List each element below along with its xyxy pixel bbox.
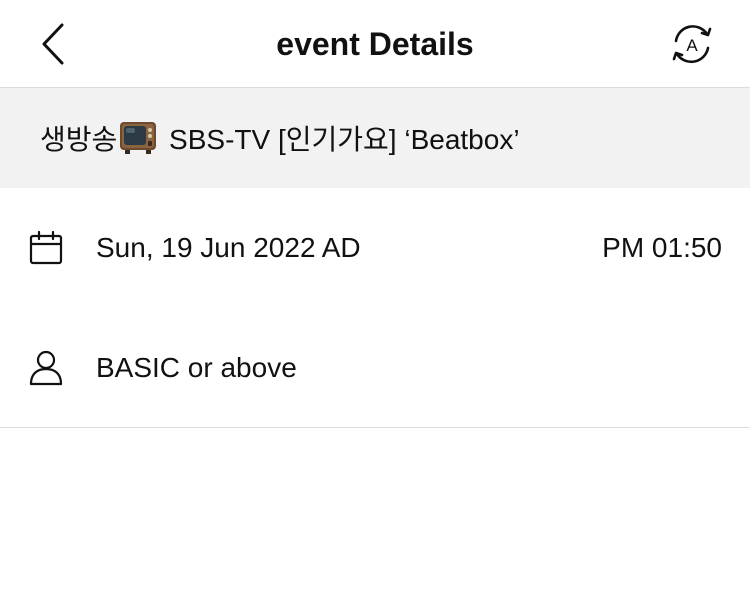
translate-button[interactable]: A	[666, 20, 718, 68]
person-icon	[28, 350, 64, 386]
event-date: Sun, 19 Jun 2022 AD	[96, 232, 361, 263]
translate-refresh-icon: A	[672, 25, 712, 64]
television-icon	[120, 122, 157, 154]
event-time: PM 01:50	[602, 232, 722, 263]
event-date-row: Sun, 19 Jun 2022 AD PM 01:50	[0, 188, 750, 308]
event-title: 생방송 SBS-TV [인기가요] ‘Beatbox’	[40, 118, 520, 158]
membership-grade-row: BASIC or above	[0, 308, 750, 428]
membership-grade: BASIC or above	[96, 351, 297, 383]
translate-letter: A	[686, 36, 698, 55]
nav-bar: event Details A	[0, 0, 750, 88]
event-title-banner: 생방송 SBS-TV [인기가요] ‘Beatbox’	[0, 88, 750, 188]
event-title-text: SBS-TV [인기가요] ‘Beatbox’	[161, 124, 520, 155]
chevron-left-icon	[42, 23, 64, 65]
back-button[interactable]	[28, 18, 78, 70]
calendar-icon	[28, 230, 64, 266]
page-title: event Details	[276, 26, 474, 62]
event-title-prefix: 생방송	[40, 124, 118, 155]
